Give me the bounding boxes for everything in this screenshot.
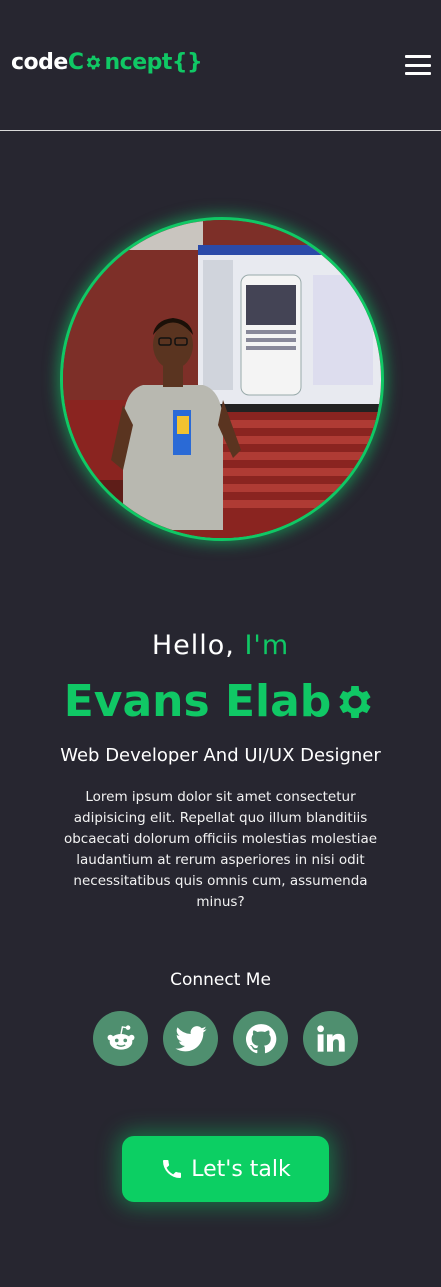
twitter-icon: [174, 1025, 207, 1051]
hamburger-line: [405, 72, 431, 75]
person-name-text: Evans Elab: [63, 676, 332, 727]
logo-c-text: C: [67, 50, 84, 75]
lets-talk-label: Let's talk: [191, 1156, 291, 1182]
bio-text: Lorem ipsum dolor sit amet consectetur a…: [63, 789, 378, 910]
logo-braces-text: {}: [171, 50, 203, 75]
person-name: Evans Elab: [0, 676, 441, 727]
hamburger-line: [405, 63, 431, 67]
greeting-im: I'm: [244, 630, 290, 661]
profile-photo-illustration: [63, 220, 381, 538]
github-icon: [245, 1023, 276, 1053]
social-links: [93, 1011, 358, 1067]
twitter-link[interactable]: [163, 1011, 218, 1066]
greeting: Hello, I'm: [0, 630, 441, 661]
gear-icon: [339, 685, 371, 718]
reddit-icon: [107, 1024, 134, 1050]
profile-photo: [60, 217, 384, 541]
menu-hamburger-button[interactable]: [405, 55, 431, 75]
connect-title: Connect Me: [170, 970, 271, 990]
phone-icon: [163, 1160, 182, 1178]
site-header: code C ncept {}: [0, 0, 441, 131]
greeting-hello: Hello,: [151, 630, 235, 661]
reddit-link[interactable]: [93, 1011, 148, 1066]
github-link[interactable]: [233, 1011, 288, 1066]
logo-ncept-text: ncept: [104, 50, 172, 75]
hamburger-line: [405, 55, 431, 58]
job-title: Web Developer And UI/UX Designer: [60, 745, 381, 766]
linkedin-link[interactable]: [303, 1011, 358, 1066]
logo-code-text: code: [11, 50, 68, 75]
gear-icon: [87, 55, 101, 70]
logo[interactable]: code C ncept {}: [11, 50, 203, 75]
linkedin-icon: [316, 1024, 345, 1052]
lets-talk-button[interactable]: Let's talk: [122, 1136, 329, 1202]
